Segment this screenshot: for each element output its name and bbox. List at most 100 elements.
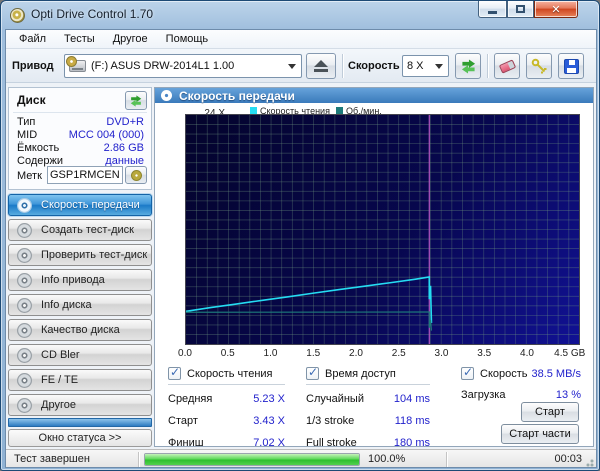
toolbar-separator	[487, 54, 488, 78]
transfer-rate-chart	[185, 114, 580, 345]
sidebar-accent-strip	[8, 418, 152, 427]
sidebar-item-other[interactable]: Другое	[8, 394, 152, 416]
stats-title: Время доступ	[325, 367, 396, 380]
menu-file[interactable]: Файл	[10, 31, 55, 47]
read-speed-checkbox[interactable]	[168, 365, 181, 380]
disc-icon	[17, 397, 32, 413]
stats-title: Скорость	[480, 367, 528, 380]
sidebar-item-verify-test-disc[interactable]: Проверить тест-диск	[8, 244, 152, 266]
erase-disc-button[interactable]	[494, 53, 520, 79]
maximize-button[interactable]	[507, 1, 534, 18]
speed-label: Скорость	[348, 60, 400, 72]
stats-speed: Скорость 38.5 MB/s Загрузка13 %	[461, 365, 581, 403]
panel-header: Скорость передачи	[155, 88, 593, 103]
progress-fill	[145, 454, 359, 465]
registration-button[interactable]	[526, 53, 552, 79]
disc-label-button[interactable]	[125, 166, 147, 184]
transfer-rate-panel: Скорость передачи Скорость чтения Об./ми…	[154, 87, 594, 449]
x-tick-label: 4.0	[520, 348, 534, 359]
disc-icon	[17, 372, 32, 388]
chevron-down-icon	[288, 64, 296, 69]
start-part-button[interactable]: Старт части	[501, 424, 579, 444]
refresh-icon	[461, 58, 475, 74]
x-tick-label: 0.0	[178, 348, 192, 359]
client-area: Файл Тесты Другое Помощь Привод (F:) ASU…	[5, 29, 597, 468]
minimize-button[interactable]	[478, 1, 507, 18]
menu-help[interactable]: Помощь	[157, 31, 218, 47]
x-tick-label: 2.0	[349, 348, 363, 359]
window-title: Opti Drive Control 1.70	[31, 7, 154, 21]
divider	[138, 452, 139, 467]
disc-icon	[17, 347, 32, 363]
sidebar-item-label: Скорость передачи	[41, 199, 140, 211]
window-controls: ✕	[478, 1, 578, 18]
speed-checkbox[interactable]	[461, 365, 474, 380]
menu-other[interactable]: Другое	[104, 31, 157, 47]
disk-info-panel: Диск Тип DVD+R MID MCC 004 (000) Ёмкость…	[8, 87, 152, 190]
sidebar-item-cd-bler[interactable]: CD Bler	[8, 344, 152, 366]
save-icon	[563, 58, 579, 74]
app-window: Opti Drive Control 1.70 ✕ Файл Тесты Дру…	[0, 0, 600, 471]
status-window-button-label: Окно статуса >>	[38, 432, 122, 444]
sidebar-item-label: Info диска	[41, 299, 92, 311]
minimize-icon	[488, 10, 497, 14]
divider	[168, 384, 285, 385]
disc-icon	[17, 272, 32, 288]
disc-label-input[interactable]	[47, 166, 123, 184]
sidebar-item-label: Проверить тест-диск	[41, 249, 148, 261]
sidebar-item-create-test-disc[interactable]: Создать тест-диск	[8, 219, 152, 241]
status-text: Тест завершен	[14, 453, 90, 465]
sidebar-item-disc-quality[interactable]: Качество диска	[8, 319, 152, 341]
x-tick-label: 2.5	[391, 348, 406, 359]
speed-select[interactable]: 8 X	[402, 55, 449, 77]
eject-icon	[314, 60, 328, 72]
app-icon	[10, 8, 25, 23]
menu-tests[interactable]: Тесты	[55, 31, 104, 47]
x-tick-label: 3.5	[477, 348, 492, 359]
disc-icon	[161, 90, 172, 101]
stats-title: Скорость чтения	[187, 367, 273, 380]
speed-value: 38.5 MB/s	[531, 367, 581, 380]
save-button[interactable]	[558, 53, 584, 79]
x-tick-label: 1.5	[306, 348, 321, 359]
legend-swatch	[335, 107, 343, 114]
legend-swatch	[250, 107, 257, 114]
sidebar-item-drive-info[interactable]: Info привода	[8, 269, 152, 291]
sidebar-item-label: Качество диска	[41, 324, 120, 336]
sidebar-item-label: Создать тест-диск	[41, 224, 134, 236]
speed-select-value: 8 X	[407, 60, 424, 72]
title-bar[interactable]: Opti Drive Control 1.70 ✕	[1, 1, 599, 29]
stats-read-speed: Скорость чтения Средняя5.23 X Старт3.43 …	[168, 365, 285, 451]
elapsed-time: 00:03	[554, 453, 582, 465]
eject-button[interactable]	[306, 53, 336, 79]
sidebar-item-disc-info[interactable]: Info диска	[8, 294, 152, 316]
maximize-icon	[516, 5, 525, 13]
toolbar-separator	[342, 54, 343, 78]
drive-select[interactable]: (F:) ASUS DRW-2014L1 1.00	[64, 54, 302, 78]
x-tick-label: 1.0	[263, 348, 278, 359]
refresh-button[interactable]	[455, 53, 481, 79]
panel-title: Скорость передачи	[179, 88, 295, 103]
sidebar-item-label: Другое	[41, 399, 76, 411]
access-time-checkbox[interactable]	[306, 365, 319, 380]
status-window-button[interactable]: Окно статуса >>	[8, 429, 152, 447]
start-button[interactable]: Старт	[521, 402, 579, 422]
progress-percent: 100.0%	[368, 453, 406, 465]
disk-refresh-button[interactable]	[125, 91, 147, 110]
toolbar: Привод (F:) ASUS DRW-2014L1 1.00 Скорост…	[6, 49, 596, 83]
drive-icon	[66, 56, 86, 72]
sidebar-item-fe-te[interactable]: FE / TE	[8, 369, 152, 391]
divider	[306, 384, 430, 385]
x-tick-label: 4.5 GB	[554, 348, 586, 359]
close-button[interactable]: ✕	[534, 1, 578, 18]
resize-grip[interactable]	[584, 457, 594, 467]
status-bar: Тест завершен 100.0% 00:03	[6, 449, 596, 467]
refresh-icon	[130, 94, 142, 107]
sidebar-item-transfer-rate[interactable]: Скорость передачи	[8, 194, 152, 216]
gold-disc-icon	[130, 169, 142, 181]
sidebar-item-label: CD Bler	[41, 349, 80, 361]
x-tick-label: 0.5	[220, 348, 235, 359]
eraser-icon	[498, 58, 516, 74]
close-icon: ✕	[551, 3, 561, 16]
sidebar-item-label: Info привода	[41, 274, 105, 286]
